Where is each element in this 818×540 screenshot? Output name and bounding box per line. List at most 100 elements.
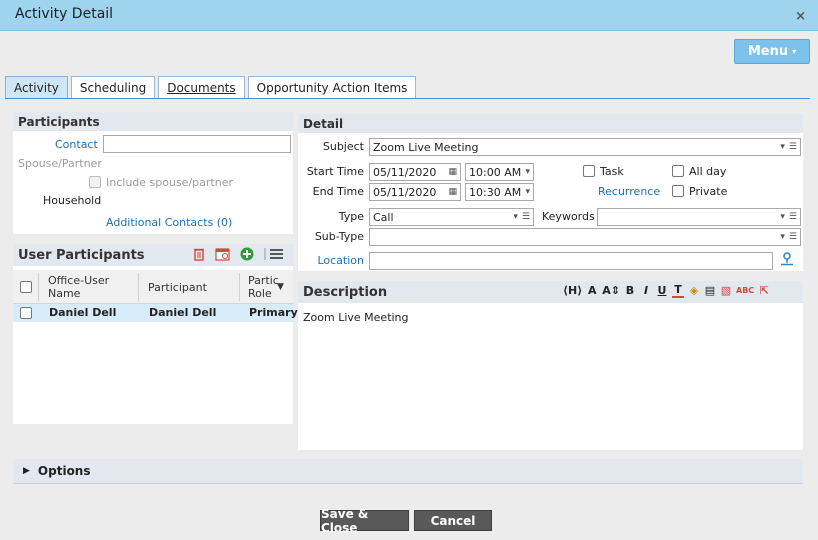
chevron-down-icon[interactable]: ▾	[513, 212, 518, 222]
heading-tool-icon[interactable]: ⟨H⟩	[563, 284, 582, 297]
chevron-down-icon[interactable]: ▾	[780, 232, 785, 242]
column-header-participant[interactable]: Participant	[148, 270, 207, 304]
underline-tool-icon[interactable]: U	[656, 284, 668, 297]
office-user-header-line1: Office-User	[48, 274, 110, 287]
column-header-role[interactable]: Partic Role	[248, 270, 279, 304]
column-divider	[239, 273, 240, 301]
allday-label: All day	[689, 165, 727, 178]
column-divider	[38, 273, 39, 301]
list-icon[interactable]: ☰	[522, 212, 530, 222]
tab-documents[interactable]: Documents	[158, 76, 245, 99]
list-menu-icon[interactable]	[264, 247, 284, 264]
private-label: Private	[689, 185, 728, 198]
window-title: Activity Detail	[15, 6, 114, 22]
end-time-value: 10:30 AM	[469, 185, 522, 199]
office-user-header-line2: Name	[48, 287, 81, 300]
start-date-field[interactable]: 05/11/2020 ▦	[369, 163, 461, 181]
location-field[interactable]	[369, 252, 773, 270]
trash-icon[interactable]	[193, 247, 205, 264]
map-pin-icon[interactable]	[779, 251, 795, 270]
select-all-checkbox[interactable]	[20, 281, 32, 293]
list-icon[interactable]: ☰	[789, 142, 797, 152]
cancel-button[interactable]: Cancel	[414, 510, 492, 531]
allday-checkbox[interactable]	[672, 165, 684, 177]
tab-bar: Activity Scheduling Documents Opportunit…	[5, 76, 417, 99]
text-color-tool-icon[interactable]: T	[672, 283, 684, 298]
participant-header-label: Participant	[148, 280, 207, 294]
end-time-field[interactable]: 10:30 AM ▾	[465, 183, 534, 201]
clear-format-tool-icon[interactable]: ▧	[720, 284, 732, 297]
participants-header: Participants	[13, 112, 293, 131]
start-time-value: 10:00 AM	[469, 165, 522, 179]
save-close-button[interactable]: Save & Close	[320, 507, 409, 535]
font-tool-icon[interactable]: A	[586, 284, 598, 297]
column-header-office-user[interactable]: Office-User Name	[48, 270, 109, 304]
include-spouse-label: Include spouse/partner	[106, 176, 233, 189]
tab-opportunity-action-items[interactable]: Opportunity Action Items	[247, 76, 417, 99]
user-participants-table-header: Office-User Name Participant Partic Role…	[13, 270, 293, 304]
column-filter-icon[interactable]: ▼	[277, 270, 284, 304]
spellcheck-tool-icon[interactable]: ABC	[736, 286, 754, 295]
type-field[interactable]: Call ▾ ☰	[369, 208, 534, 226]
location-label[interactable]: Location	[300, 254, 364, 267]
include-spouse-checkbox[interactable]	[89, 176, 101, 188]
recurrence-link[interactable]: Recurrence	[598, 185, 660, 198]
italic-tool-icon[interactable]: I	[640, 284, 652, 297]
spouse-label: Spouse/Partner	[18, 157, 102, 170]
options-section[interactable]: ▶ Options	[13, 459, 803, 484]
tab-scheduling[interactable]: Scheduling	[70, 76, 156, 99]
task-label: Task	[600, 165, 624, 178]
row-role: Primary	[249, 306, 298, 319]
menu-button[interactable]: Menu ▾	[734, 39, 810, 64]
keywords-field[interactable]: ▾ ☰	[597, 208, 801, 226]
column-divider	[138, 273, 139, 301]
highlight-tool-icon[interactable]: ◈	[688, 284, 700, 297]
keywords-label: Keywords	[542, 210, 595, 223]
household-label: Household	[43, 194, 102, 207]
close-icon[interactable]: ×	[795, 9, 806, 24]
task-checkbox[interactable]	[583, 165, 595, 177]
end-time-label: End Time	[312, 185, 364, 198]
list-icon[interactable]: ☰	[789, 212, 797, 222]
add-icon[interactable]	[240, 247, 254, 264]
calendar-icon[interactable]: ▦	[448, 167, 457, 177]
end-date-field[interactable]: 05/11/2020 ▦	[369, 183, 461, 201]
title-bar: Activity Detail ×	[0, 0, 818, 31]
subject-value: Zoom Live Meeting	[373, 140, 479, 154]
user-participants-title: User Participants	[18, 247, 145, 263]
bold-tool-icon[interactable]: B	[624, 284, 636, 297]
participants-title: Participants	[18, 114, 100, 129]
table-row[interactable]: Daniel Dell Daniel Dell Primary	[13, 304, 298, 322]
expand-tool-icon[interactable]: ⇱	[758, 284, 770, 297]
cancel-label: Cancel	[430, 513, 476, 528]
description-toolbar: ⟨H⟩ A A⇕ B I U T ◈ ▤ ▧ ABC ⇱	[563, 283, 770, 298]
subtype-field[interactable]: ▾ ☰	[369, 228, 801, 246]
calendar-icon[interactable]: ▦	[448, 187, 457, 197]
tab-activity[interactable]: Activity	[5, 76, 68, 99]
description-text: Zoom Live Meeting	[303, 311, 409, 324]
detail-title: Detail	[303, 116, 344, 131]
calendar-icon[interactable]	[215, 247, 231, 264]
chevron-down-icon: ▾	[792, 47, 797, 56]
contact-label[interactable]: Contact	[55, 138, 98, 151]
contact-field[interactable]	[103, 135, 291, 153]
tab-divider	[5, 98, 810, 99]
chevron-down-icon[interactable]: ▾	[780, 142, 785, 152]
paste-tool-icon[interactable]: ▤	[704, 284, 716, 297]
chevron-down-icon[interactable]: ▾	[525, 167, 530, 177]
row-checkbox[interactable]	[20, 307, 32, 319]
additional-contacts-link[interactable]: Additional Contacts (0)	[106, 216, 232, 229]
font-size-tool-icon[interactable]: A⇕	[602, 284, 620, 297]
chevron-down-icon[interactable]: ▾	[525, 187, 530, 197]
description-editor[interactable]: Zoom Live Meeting	[298, 303, 803, 450]
subtype-label: Sub-Type	[314, 230, 364, 243]
private-checkbox[interactable]	[672, 185, 684, 197]
description-title: Description	[303, 284, 388, 300]
options-label: Options	[37, 464, 91, 478]
subject-field[interactable]: Zoom Live Meeting ▾ ☰	[369, 138, 801, 156]
menu-button-label: Menu	[747, 44, 789, 59]
list-icon[interactable]: ☰	[789, 232, 797, 242]
chevron-down-icon[interactable]: ▾	[780, 212, 785, 222]
start-time-field[interactable]: 10:00 AM ▾	[465, 163, 534, 181]
role-header-line1: Partic	[248, 274, 279, 287]
